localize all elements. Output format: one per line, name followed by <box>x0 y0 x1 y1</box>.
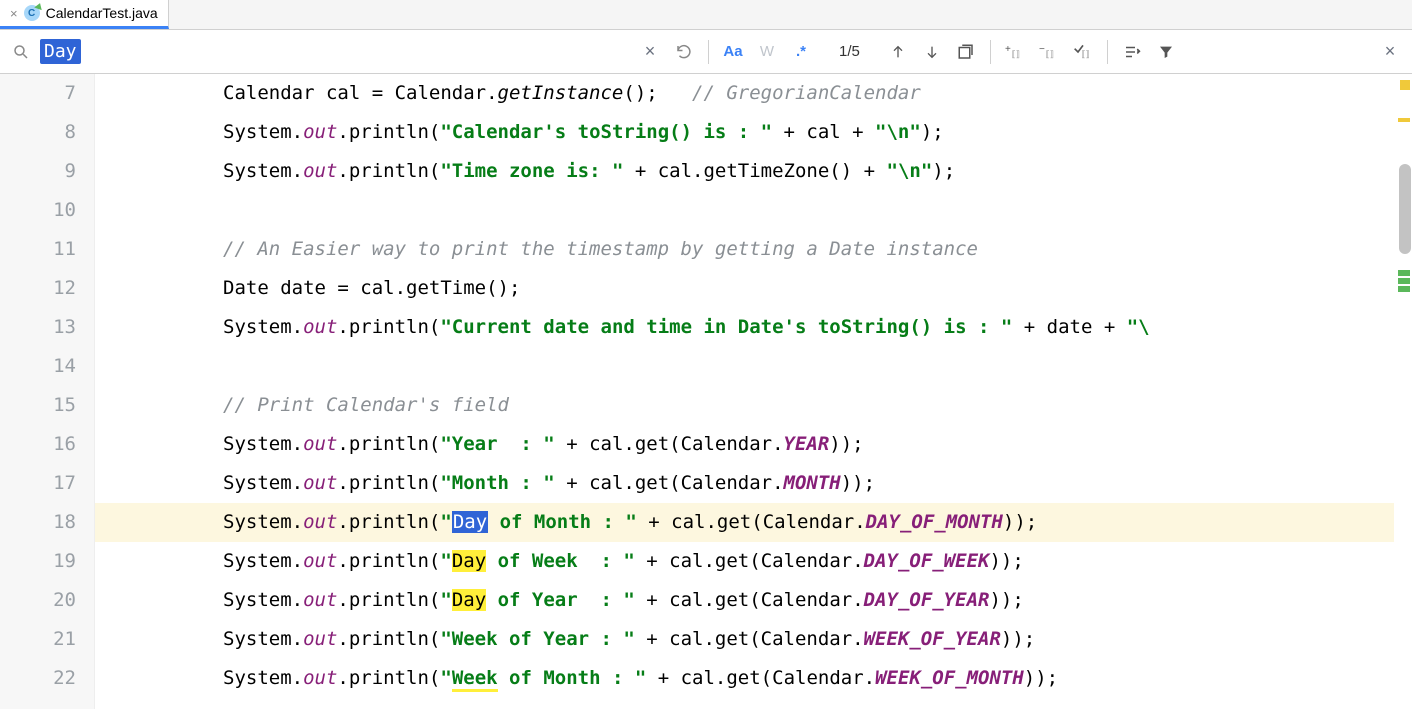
svg-text:−: − <box>1039 44 1045 55</box>
select-all-occurrences-icon[interactable] <box>952 38 980 66</box>
separator <box>1107 40 1108 64</box>
match-marker[interactable] <box>1398 270 1410 276</box>
match-marker[interactable] <box>1398 286 1410 292</box>
search-query: Day <box>40 39 81 64</box>
close-findbar-icon[interactable]: × <box>1376 38 1404 66</box>
find-bar: Day × Aa W .* 1/5 +⟦⟧ −⟦⟧ ⟦⟧ × <box>0 30 1412 74</box>
separator <box>708 40 709 64</box>
regex-toggle[interactable]: .* <box>787 38 815 66</box>
close-tab-icon[interactable]: × <box>10 6 18 21</box>
code-line[interactable]: System.out.println("Week of Month : " + … <box>95 659 1412 698</box>
line-number: 15 <box>0 386 76 425</box>
search-icon[interactable] <box>8 43 34 61</box>
line-number: 18 <box>0 503 76 542</box>
line-number-gutter: 7 8 9 10 11 12 13 14 15 16 17 18 19 20 2… <box>0 74 95 709</box>
line-number: 9 <box>0 152 76 191</box>
find-settings-icon[interactable] <box>1118 38 1146 66</box>
next-match-icon[interactable] <box>918 38 946 66</box>
remove-selection-icon[interactable]: −⟦⟧ <box>1035 38 1063 66</box>
line-number: 21 <box>0 620 76 659</box>
code-line[interactable]: System.out.println("Week of Year : " + c… <box>95 620 1412 659</box>
match-case-toggle[interactable]: Aa <box>719 38 747 66</box>
search-history-icon[interactable] <box>670 38 698 66</box>
editor-tab[interactable]: × C CalendarTest.java <box>0 0 169 29</box>
match-count: 1/5 <box>821 43 878 60</box>
code-line[interactable]: Calendar cal = Calendar.getInstance(); /… <box>95 74 1412 113</box>
separator <box>990 40 991 64</box>
prev-match-icon[interactable] <box>884 38 912 66</box>
code-line[interactable]: System.out.println("Day of Week : " + ca… <box>95 542 1412 581</box>
line-number: 14 <box>0 347 76 386</box>
svg-text:⟦⟧: ⟦⟧ <box>1081 49 1089 59</box>
code-line[interactable]: System.out.println("Month : " + cal.get(… <box>95 464 1412 503</box>
search-input[interactable]: Day <box>40 38 630 66</box>
code-line[interactable]: System.out.println("Calendar's toString(… <box>95 113 1412 152</box>
line-number: 22 <box>0 659 76 698</box>
warning-marker[interactable] <box>1398 118 1410 122</box>
line-number: 7 <box>0 74 76 113</box>
marker-stripe[interactable] <box>1394 74 1412 709</box>
line-number: 20 <box>0 581 76 620</box>
scrollbar-thumb[interactable] <box>1399 164 1411 254</box>
search-match: Day <box>452 550 486 572</box>
svg-text:+: + <box>1005 44 1011 55</box>
line-number: 17 <box>0 464 76 503</box>
add-selection-icon[interactable]: +⟦⟧ <box>1001 38 1029 66</box>
code-line[interactable]: System.out.println("Current date and tim… <box>95 308 1412 347</box>
line-number: 11 <box>0 230 76 269</box>
code-line[interactable]: // An Easier way to print the timestamp … <box>95 230 1412 269</box>
code-line-current-match[interactable]: System.out.println("Day of Month : " + c… <box>95 503 1412 542</box>
java-class-icon: C <box>24 5 40 21</box>
match-words-toggle[interactable]: W <box>753 38 781 66</box>
code-line[interactable]: System.out.println("Year : " + cal.get(C… <box>95 425 1412 464</box>
search-match: Day <box>452 589 486 611</box>
line-number: 8 <box>0 113 76 152</box>
code-line[interactable]: System.out.println("Time zone is: " + ca… <box>95 152 1412 191</box>
code-line[interactable]: Date date = cal.getTime(); <box>95 269 1412 308</box>
tab-bar: × C CalendarTest.java <box>0 0 1412 30</box>
identifier-highlight: Week <box>452 667 498 692</box>
code-area[interactable]: Calendar cal = Calendar.getInstance(); /… <box>95 74 1412 709</box>
code-line[interactable] <box>95 347 1412 386</box>
line-number: 19 <box>0 542 76 581</box>
match-marker[interactable] <box>1398 278 1410 284</box>
code-line[interactable] <box>95 191 1412 230</box>
svg-text:⟦⟧: ⟦⟧ <box>1012 49 1020 59</box>
line-number: 12 <box>0 269 76 308</box>
line-number: 16 <box>0 425 76 464</box>
code-editor[interactable]: 7 8 9 10 11 12 13 14 15 16 17 18 19 20 2… <box>0 74 1412 709</box>
code-line[interactable]: System.out.println("Day of Year : " + ca… <box>95 581 1412 620</box>
line-number: 10 <box>0 191 76 230</box>
filter-icon[interactable] <box>1152 38 1180 66</box>
warning-marker[interactable] <box>1400 80 1410 90</box>
code-line[interactable]: // Print Calendar's field <box>95 386 1412 425</box>
select-all-icon[interactable]: ⟦⟧ <box>1069 38 1097 66</box>
clear-search-icon[interactable]: × <box>636 38 664 66</box>
tab-filename: CalendarTest.java <box>46 5 158 21</box>
search-match-current: Day <box>452 511 488 533</box>
line-number: 13 <box>0 308 76 347</box>
svg-text:⟦⟧: ⟦⟧ <box>1046 49 1054 59</box>
